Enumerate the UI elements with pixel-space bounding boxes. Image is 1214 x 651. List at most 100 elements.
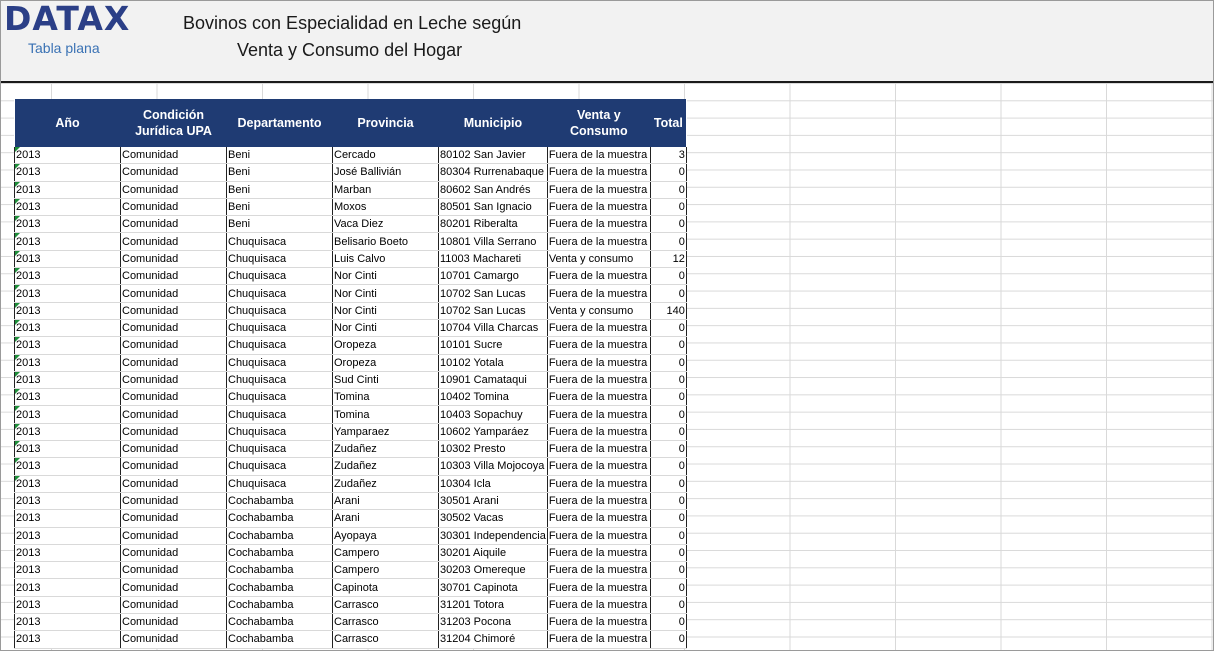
sale-consumption-cell[interactable]: Fuera de la muestra [546,613,651,632]
department-cell[interactable]: Cochabamba [226,561,333,580]
year-cell[interactable]: 2013 [14,423,121,442]
total-cell[interactable]: 0 [649,267,687,286]
condition-cell[interactable]: Comunidad [120,457,227,476]
condition-cell[interactable]: Comunidad [120,440,227,459]
department-cell[interactable]: Chuquisaca [226,405,333,424]
column-header-department[interactable]: Departamento [226,99,333,147]
total-cell[interactable]: 0 [649,440,687,459]
year-cell[interactable]: 2013 [14,492,121,511]
sale-consumption-cell[interactable]: Fuera de la muestra [546,578,651,597]
municipality-cell[interactable]: 31204 Chimoré [438,630,548,649]
total-cell[interactable]: 12 [649,250,687,269]
year-cell[interactable]: 2013 [14,596,121,615]
total-cell[interactable]: 0 [649,613,687,632]
province-cell[interactable]: Nor Cinti [332,284,439,303]
condition-cell[interactable]: Comunidad [120,319,227,338]
municipality-cell[interactable]: 10704 Villa Charcas [438,319,548,338]
department-cell[interactable]: Cochabamba [226,509,333,528]
condition-cell[interactable]: Comunidad [120,232,227,251]
department-cell[interactable]: Chuquisaca [226,232,333,251]
province-cell[interactable]: Cercado [332,147,439,165]
sale-consumption-cell[interactable]: Fuera de la muestra [546,181,651,199]
condition-cell[interactable]: Comunidad [120,302,227,320]
province-cell[interactable]: Zudañez [332,440,439,459]
condition-cell[interactable]: Comunidad [120,267,227,286]
department-cell[interactable]: Chuquisaca [226,354,333,372]
sale-consumption-cell[interactable]: Fuera de la muestra [546,457,651,476]
year-cell[interactable]: 2013 [14,302,121,320]
total-cell[interactable]: 0 [649,371,687,390]
column-header-municipality[interactable]: Municipio [438,99,548,147]
province-cell[interactable]: Zudañez [332,475,439,493]
province-cell[interactable]: Moxos [332,198,439,217]
municipality-cell[interactable]: 10801 Villa Serrano [438,232,548,251]
condition-cell[interactable]: Comunidad [120,527,227,545]
province-cell[interactable]: Tomina [332,388,439,407]
municipality-cell[interactable]: 80304 Rurrenabaque [438,163,548,182]
sale-consumption-cell[interactable]: Fuera de la muestra [546,371,651,390]
condition-cell[interactable]: Comunidad [120,578,227,597]
sale-consumption-cell[interactable]: Fuera de la muestra [546,232,651,251]
province-cell[interactable]: Capinota [332,578,439,597]
municipality-cell[interactable]: 80201 Riberalta [438,215,548,234]
sale-consumption-cell[interactable]: Fuera de la muestra [546,561,651,580]
condition-cell[interactable]: Comunidad [120,613,227,632]
total-cell[interactable]: 0 [649,163,687,182]
province-cell[interactable]: Ayopaya [332,527,439,545]
sale-consumption-cell[interactable]: Fuera de la muestra [546,544,651,563]
condition-cell[interactable]: Comunidad [120,544,227,563]
municipality-cell[interactable]: 10702 San Lucas [438,284,548,303]
municipality-cell[interactable]: 10101 Sucre [438,336,548,355]
condition-cell[interactable]: Comunidad [120,475,227,493]
department-cell[interactable]: Beni [226,181,333,199]
province-cell[interactable]: Sud Cinti [332,371,439,390]
year-cell[interactable]: 2013 [14,578,121,597]
year-cell[interactable]: 2013 [14,561,121,580]
department-cell[interactable]: Cochabamba [226,527,333,545]
sale-consumption-cell[interactable]: Fuera de la muestra [546,215,651,234]
condition-cell[interactable]: Comunidad [120,284,227,303]
total-cell[interactable]: 0 [649,284,687,303]
department-cell[interactable]: Cochabamba [226,544,333,563]
total-cell[interactable]: 0 [649,544,687,563]
sale-consumption-cell[interactable]: Fuera de la muestra [546,198,651,217]
province-cell[interactable]: Vaca Diez [332,215,439,234]
sale-consumption-cell[interactable]: Fuera de la muestra [546,388,651,407]
province-cell[interactable]: Carrasco [332,630,439,649]
sale-consumption-cell[interactable]: Fuera de la muestra [546,354,651,372]
municipality-cell[interactable]: 30501 Arani [438,492,548,511]
department-cell[interactable]: Cochabamba [226,492,333,511]
condition-cell[interactable]: Comunidad [120,561,227,580]
total-cell[interactable]: 0 [649,181,687,199]
province-cell[interactable]: Campero [332,561,439,580]
municipality-cell[interactable]: 10602 Yamparáez [438,423,548,442]
year-cell[interactable]: 2013 [14,405,121,424]
sale-consumption-cell[interactable]: Fuera de la muestra [546,163,651,182]
condition-cell[interactable]: Comunidad [120,423,227,442]
sale-consumption-cell[interactable]: Fuera de la muestra [546,630,651,649]
municipality-cell[interactable]: 10901 Camataqui [438,371,548,390]
municipality-cell[interactable]: 30502 Vacas [438,509,548,528]
sale-consumption-cell[interactable]: Fuera de la muestra [546,475,651,493]
year-cell[interactable]: 2013 [14,440,121,459]
condition-cell[interactable]: Comunidad [120,509,227,528]
department-cell[interactable]: Beni [226,147,333,165]
condition-cell[interactable]: Comunidad [120,388,227,407]
department-cell[interactable]: Cochabamba [226,613,333,632]
total-cell[interactable]: 0 [649,336,687,355]
sale-consumption-cell[interactable]: Fuera de la muestra [546,319,651,338]
year-cell[interactable]: 2013 [14,630,121,649]
municipality-cell[interactable]: 10302 Presto [438,440,548,459]
province-cell[interactable]: Arani [332,492,439,511]
department-cell[interactable]: Beni [226,198,333,217]
department-cell[interactable]: Cochabamba [226,578,333,597]
year-cell[interactable]: 2013 [14,509,121,528]
municipality-cell[interactable]: 10403 Sopachuy [438,405,548,424]
year-cell[interactable]: 2013 [14,527,121,545]
department-cell[interactable]: Chuquisaca [226,475,333,493]
condition-cell[interactable]: Comunidad [120,215,227,234]
sale-consumption-cell[interactable]: Venta y consumo [546,302,651,320]
year-cell[interactable]: 2013 [14,544,121,563]
department-cell[interactable]: Beni [226,163,333,182]
year-cell[interactable]: 2013 [14,388,121,407]
